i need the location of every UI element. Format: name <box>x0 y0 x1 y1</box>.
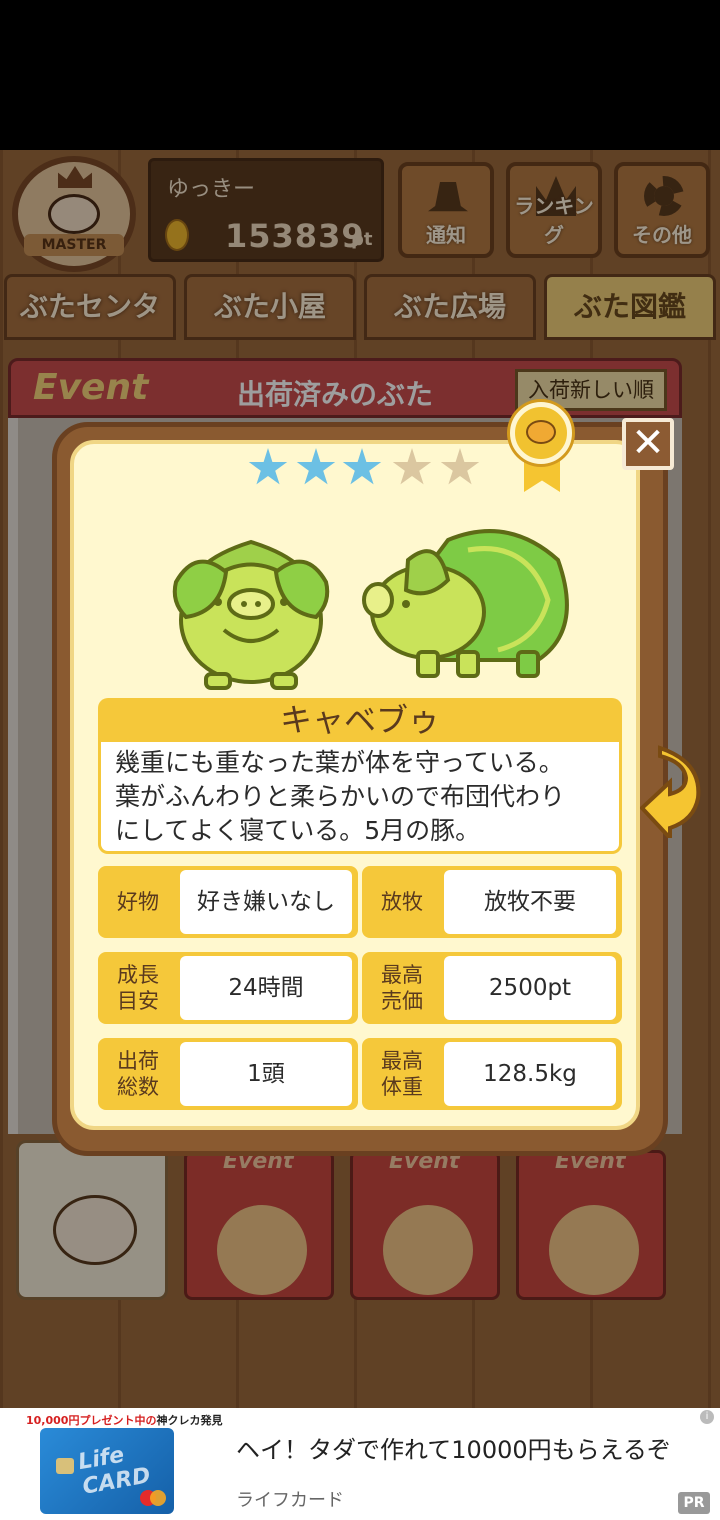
credit-card-image: Life CARD <box>40 1428 174 1514</box>
stat-value: 放牧不要 <box>444 870 616 934</box>
ad-promo-suffix: 神クレカ発見 <box>156 1414 223 1427</box>
ad-banner[interactable]: 10,000円プレゼント中の神クレカ発見 Life CARD ヘイ！タダで作れて… <box>0 1408 720 1520</box>
stat-grazing: 放牧 放牧不要 <box>362 866 622 938</box>
ad-headline[interactable]: ヘイ！タダで作れて10000円もらえるぞ <box>236 1430 671 1465</box>
stat-shipped-count: 出荷 総数 1頭 <box>98 1038 358 1110</box>
ad-promo-text-part: 円プレゼント中の <box>68 1414 157 1427</box>
ad-info-icon[interactable]: i <box>700 1410 714 1424</box>
stat-label: 成長 目安 <box>117 963 159 1013</box>
stat-max-weight: 最高 体重 128.5kg <box>362 1038 622 1110</box>
next-arrow-icon[interactable] <box>640 742 702 838</box>
ad-promo-amount: 10,000 <box>26 1414 69 1427</box>
medal-icon <box>506 400 576 492</box>
star-icon <box>248 448 288 485</box>
star-icon <box>296 448 336 485</box>
close-button[interactable]: ✕ <box>622 418 674 470</box>
description-line: 幾重にも重なった葉が体を守っている。 <box>115 748 564 777</box>
star-empty-icon <box>392 448 432 485</box>
stat-value: 24時間 <box>180 956 352 1020</box>
description-line: にしてよく寝ている。5月の豚。 <box>115 816 481 845</box>
stat-label: 好物 <box>117 890 159 914</box>
card-logo: Life CARD <box>76 1442 153 1500</box>
pig-side-illustration <box>362 529 569 678</box>
pig-front-illustration <box>172 539 330 690</box>
pig-description: 幾重にも重なった葉が体を守っている。 葉がふんわりと柔らかいので布団代わり にし… <box>98 742 622 854</box>
stat-label: 放牧 <box>381 890 423 914</box>
card-chip-icon <box>56 1458 74 1474</box>
stat-max-price: 最高 売価 2500pt <box>362 952 622 1024</box>
stat-growth-time: 成長 目安 24時間 <box>98 952 358 1024</box>
description-line: 葉がふんわりと柔らかいので布団代わり <box>115 782 566 811</box>
pr-badge: PR <box>678 1492 710 1514</box>
ad-brand: ライフカード <box>236 1490 344 1511</box>
stat-label: 出荷 総数 <box>117 1049 159 1099</box>
stat-value: 好き嫌いなし <box>180 870 352 934</box>
rarity-stars <box>192 448 492 498</box>
status-bar <box>0 0 720 150</box>
stat-value: 128.5kg <box>444 1042 616 1106</box>
star-icon <box>342 448 382 485</box>
pig-name: キャベブゥ <box>98 698 622 742</box>
ad-promo-text: 10,000円プレゼント中の神クレカ発見 <box>26 1412 222 1428</box>
stat-value: 2500pt <box>444 956 616 1020</box>
stat-value: 1頭 <box>180 1042 352 1106</box>
stat-label: 最高 体重 <box>381 1049 423 1099</box>
star-empty-icon <box>440 448 480 485</box>
stat-favorite-food: 好物 好き嫌いなし <box>98 866 358 938</box>
stat-label: 最高 売価 <box>381 963 423 1013</box>
